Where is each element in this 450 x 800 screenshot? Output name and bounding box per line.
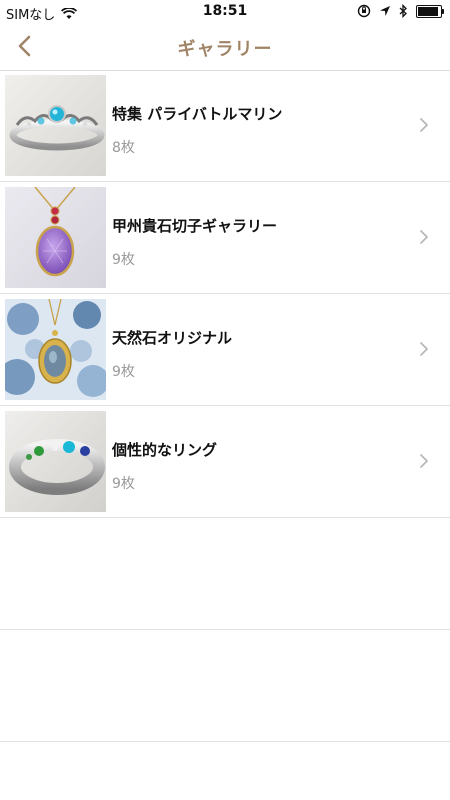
chevron-right-icon: [420, 454, 428, 468]
chevron-right-icon: [420, 342, 428, 356]
gallery-row[interactable]: 個性的なリング 9枚: [0, 406, 450, 518]
gallery-title: 天然石オリジナル: [112, 329, 233, 347]
oval-pendant-photo: [5, 299, 106, 400]
page-title: ギャラリー: [177, 39, 273, 60]
bluetooth-icon: [399, 4, 407, 18]
gallery-title: 個性的なリング: [112, 441, 218, 459]
gallery-title: 特集 パライバトルマリン: [112, 105, 283, 123]
empty-row: [0, 630, 450, 742]
chevron-right-icon: [420, 118, 428, 132]
gallery-count: 9枚: [112, 252, 135, 268]
gallery-row[interactable]: 甲州貴石切子ギャラリー 9枚: [0, 182, 450, 294]
gallery-row[interactable]: 天然石オリジナル 9枚: [0, 294, 450, 406]
amethyst-pendant-photo: [5, 187, 106, 288]
location-arrow-icon: [380, 6, 390, 16]
status-bar: SIMなし 18:51: [0, 0, 450, 24]
empty-row: [0, 518, 450, 630]
ring-tiara-photo: [5, 75, 106, 176]
gallery-count: 9枚: [112, 476, 135, 492]
gallery-count: 9枚: [112, 364, 135, 380]
status-right: [357, 4, 444, 18]
gallery-title: 甲州貴石切子ギャラリー: [112, 217, 278, 235]
gem-ring-photo: [5, 411, 106, 512]
gallery-count: 8枚: [112, 140, 135, 156]
chevron-right-icon: [420, 230, 428, 244]
navigation-bar: ギャラリー: [0, 24, 450, 71]
battery-icon: [416, 4, 444, 18]
gallery-list: 特集 パライバトルマリン 8枚 甲州貴石切子ギャラリー 9枚 天然石オリジナル …: [0, 70, 450, 742]
gallery-row[interactable]: 特集 パライバトルマリン 8枚: [0, 70, 450, 182]
orientation-lock-icon: [357, 4, 371, 18]
